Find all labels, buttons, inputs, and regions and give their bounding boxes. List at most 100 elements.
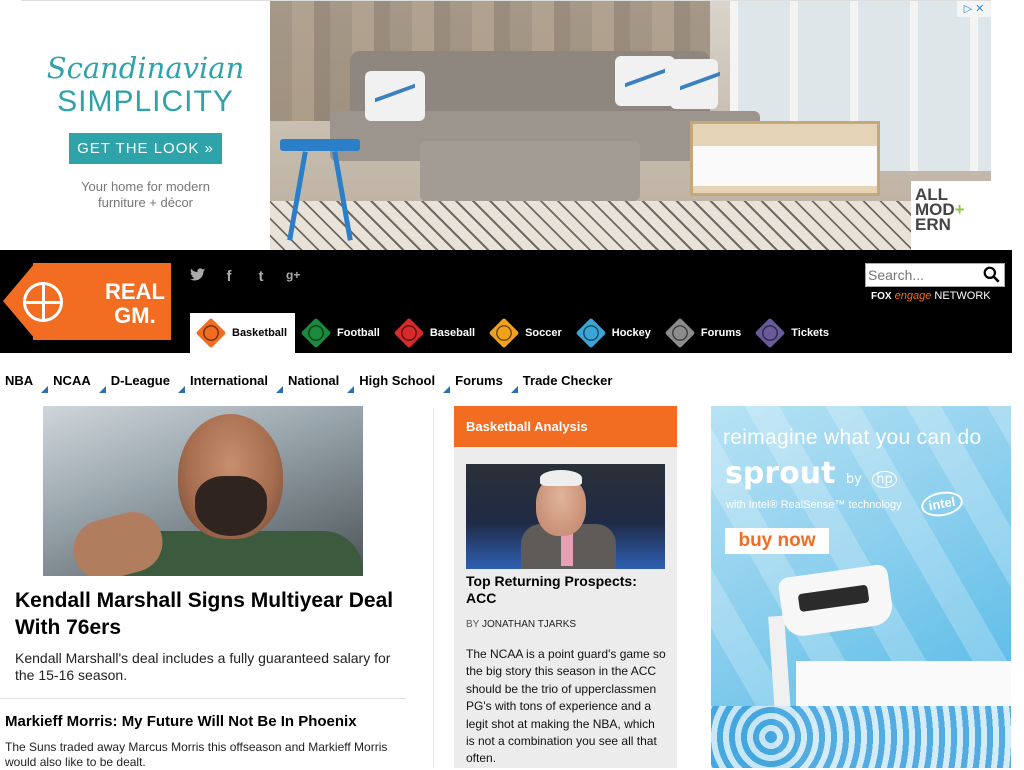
ad-subtitle: Your home for modern furniture + décor <box>21 179 270 211</box>
subnav-item-forums[interactable]: Forums <box>450 372 518 393</box>
basketball-icon <box>195 317 227 349</box>
logo-text: REAL GM. <box>105 280 165 328</box>
blue-stool <box>280 139 360 151</box>
paper-flowers <box>711 706 1011 768</box>
forums-icon <box>664 317 696 349</box>
logo-line2: GM. <box>114 303 156 328</box>
tab-label: Forums <box>700 327 742 339</box>
facebook-icon[interactable]: f <box>222 268 236 285</box>
realgm-logo[interactable]: REAL GM. <box>3 263 171 340</box>
subnav-item-d-league[interactable]: D-League <box>106 373 185 393</box>
dropdown-triangle-icon <box>443 385 451 393</box>
subnav-item-nba[interactable]: NBA <box>0 372 49 393</box>
analysis-excerpt: The NCAA is a point guard's game so the … <box>466 647 666 766</box>
analysis-heading[interactable]: Basketball Analysis <box>454 406 677 447</box>
tab-label: Baseball <box>429 327 476 339</box>
subnav-label: National <box>287 372 340 388</box>
football-icon <box>300 317 332 349</box>
tab-soccer[interactable]: Soccer <box>483 313 570 353</box>
search-input[interactable] <box>866 264 976 286</box>
author-name[interactable]: JONATHAN TJARKS <box>482 619 576 630</box>
dropdown-triangle-icon <box>275 385 283 393</box>
social-links: f t g+ <box>190 268 300 285</box>
sprout-brand-by: by <box>845 472 862 487</box>
ad-script-title: Scandinavian <box>46 51 245 85</box>
subnav-item-high-school[interactable]: High School <box>354 373 451 393</box>
fox-label: FOX <box>871 291 892 302</box>
google-plus-icon[interactable]: g+ <box>286 268 300 285</box>
twitter-icon[interactable] <box>190 268 205 285</box>
sprout-brand-name: sprout <box>725 456 836 491</box>
ad-living-room-photo[interactable]: ALL MOD+ ERN ▷ ✕ <box>270 1 991 250</box>
ad-subtitle-line2: furniture + décor <box>97 195 194 210</box>
pillow <box>670 59 718 109</box>
subnav-item-ncaa[interactable]: NCAA <box>48 372 106 393</box>
sprout-brand: sprout by hp <box>725 456 897 491</box>
story-headline[interactable]: Markieff Morris: My Future Will Not Be I… <box>5 713 405 730</box>
network-label: NETWORK <box>934 290 991 302</box>
tab-label: Tickets <box>791 327 829 339</box>
column-divider <box>433 408 434 768</box>
tab-label: Hockey <box>611 327 651 339</box>
analysis-coach-photo[interactable] <box>466 464 665 569</box>
buy-now-button[interactable]: buy now <box>725 528 829 554</box>
allmod-line3: ERN <box>915 215 951 234</box>
sub-navigation: NBA NCAA D-League International National High… <box>0 369 627 393</box>
subnav-item-national[interactable]: National <box>283 372 355 393</box>
coach-hair <box>540 470 582 486</box>
hero-player-photo[interactable] <box>43 406 363 576</box>
subnav-label: Trade Checker <box>522 372 613 388</box>
coffee-table <box>690 121 880 196</box>
tab-forums[interactable]: Forums <box>659 313 749 353</box>
sport-tabs: Basketball Football Baseball Soccer Hockey Fo… <box>190 313 837 353</box>
tumblr-icon[interactable]: t <box>254 268 268 285</box>
logo-line1: REAL <box>105 279 165 304</box>
tab-baseball[interactable]: Baseball <box>388 313 483 353</box>
top-banner-ad[interactable]: Scandinavian SIMPLICITY GET THE LOOK » Y… <box>21 0 991 250</box>
site-header: REAL GM. f t g+ FOX engage NETWORK Baske… <box>0 250 1012 353</box>
sprout-hp-ad[interactable]: reimagine what you can do sprout by hp w… <box>711 406 1011 768</box>
subnav-label: Forums <box>455 372 503 388</box>
hero-headline[interactable]: Kendall Marshall Signs Multiyear Deal Wi… <box>15 587 415 641</box>
analysis-headline[interactable]: Top Returning Prospects: ACC <box>466 573 666 607</box>
soccer-icon <box>488 317 520 349</box>
ad-get-the-look-button[interactable]: GET THE LOOK » <box>69 133 222 164</box>
tab-label: Basketball <box>232 327 288 339</box>
dropdown-triangle-icon <box>510 385 518 393</box>
dropdown-triangle-icon <box>98 385 106 393</box>
engage-label: engage <box>894 290 932 302</box>
story-summary: The Suns traded away Marcus Morris this … <box>5 740 388 769</box>
story-divider <box>0 698 406 699</box>
ad-choices-icon[interactable]: ▷ ✕ <box>957 1 991 17</box>
subnav-item-international[interactable]: International <box>185 372 283 393</box>
subnav-label: NBA <box>5 372 34 388</box>
tickets-icon <box>754 317 786 349</box>
subnav-item-trade-checker[interactable]: Trade Checker <box>518 373 618 388</box>
tab-label: Football <box>337 327 380 339</box>
tab-tickets[interactable]: Tickets <box>749 313 837 353</box>
search-bar <box>865 263 1005 287</box>
ad-subtitle-line1: Your home for modern <box>81 179 210 194</box>
tab-basketball[interactable]: Basketball <box>190 313 296 353</box>
ad-title: SIMPLICITY <box>57 85 234 118</box>
hp-logo: hp <box>872 471 897 488</box>
byline-prefix: BY <box>466 619 480 630</box>
intel-realsense-text: with Intel® RealSense™ technology <box>726 499 902 511</box>
baseball-icon <box>393 317 425 349</box>
basketball-analysis-panel: Basketball Analysis Top Returning Prospe… <box>454 406 677 768</box>
sprout-ad-tagline: reimagine what you can do <box>723 426 982 449</box>
subnav-label: NCAA <box>53 372 91 388</box>
basketball-icon <box>23 282 63 322</box>
pillow <box>365 71 425 121</box>
tab-hockey[interactable]: Hockey <box>570 313 659 353</box>
dropdown-triangle-icon <box>177 385 185 393</box>
tab-football[interactable]: Football <box>295 313 388 353</box>
subnav-label: International <box>189 372 268 388</box>
rug <box>270 201 991 250</box>
allmod-plus: + <box>954 200 965 219</box>
tab-label: Soccer <box>525 327 562 339</box>
all-modern-logo[interactable]: ALL MOD+ ERN <box>911 181 991 250</box>
hero-summary: Kendall Marshall's deal includes a fully… <box>15 650 391 683</box>
fox-engage-network[interactable]: FOX engage NETWORK <box>871 290 991 302</box>
search-icon[interactable] <box>983 266 1000 283</box>
